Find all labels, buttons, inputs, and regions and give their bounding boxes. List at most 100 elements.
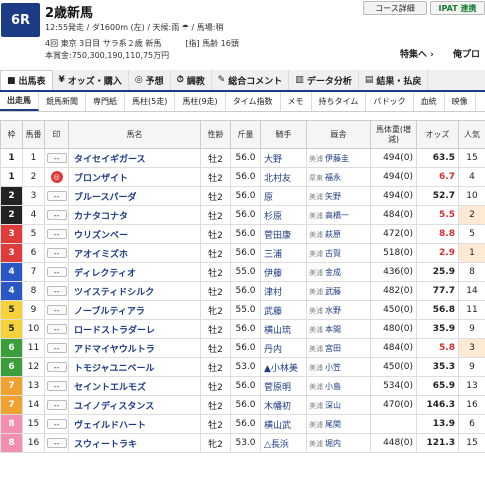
mark-cell[interactable]: -- [44,224,69,244]
mark-button[interactable]: -- [46,437,67,448]
table-row[interactable]: 6 12 -- トモジャユニベール 牡2 53.0 ▲小林美 美浦 小笠 450(0) 35.3 9 [0,357,485,377]
horse-name-link[interactable]: ノーブルティアラ [68,300,201,320]
jockey-link[interactable]: 横山武 [260,414,307,434]
jockey-link[interactable]: 菅原明 [260,376,307,396]
horse-name-link[interactable]: トモジャユニベール [68,357,201,377]
subtab-1[interactable]: 競馬新聞 [39,92,86,111]
subtab-10[interactable]: 映像 [445,92,476,111]
tab-3[interactable]: ⏱ 調教 [171,70,212,90]
mark-cell[interactable]: -- [44,414,69,434]
jockey-link[interactable]: 北村友 [260,167,307,187]
jockey-link[interactable]: 原 [260,186,307,206]
table-row[interactable]: 8 15 -- ヴェイルドハート 牡2 56.0 横山武 美浦 尾関 13.9 6 [0,414,485,434]
table-row[interactable]: 5 9 -- ノーブルティアラ 牝2 55.0 武藤 美浦 水野 450(0) 56.8 11 [0,300,485,320]
trainer-name[interactable]: 水野 [325,306,341,315]
subtab-9[interactable]: 血統 [414,92,445,111]
horse-name-link[interactable]: タイセイギガース [68,148,201,168]
tab-0[interactable]: ■ 出馬表 [0,70,53,90]
subtab-6[interactable]: メモ [281,92,312,111]
horse-name-link[interactable]: カナタコナタ [68,205,201,225]
mark-cell[interactable]: -- [44,357,69,377]
subtab-3[interactable]: 馬柱(5走) [125,92,176,111]
mark-cell[interactable]: -- [44,376,69,396]
trainer-name[interactable]: 古賀 [325,249,341,258]
trainer-name[interactable]: 宮田 [325,344,341,353]
trainer-name[interactable]: 福永 [325,173,341,182]
jockey-link[interactable]: 津村 [260,281,307,301]
tab-1[interactable]: ¥ オッズ・購入 [53,70,129,90]
tab-4[interactable]: ✎ 総合コメント [212,70,290,90]
table-row[interactable]: 6 11 -- アドマイヤウルトラ 牡2 56.0 丹内 美浦 宮田 484(0) 5.8 3 [0,338,485,358]
jockey-link[interactable]: 横山琉 [260,319,307,339]
table-row[interactable]: 1 2 ◎ ブロンザイト 牡2 56.0 北村友 栗東 福永 494(0) 6.7 4 [0,167,485,187]
table-row[interactable]: 7 13 -- セイントエルモズ 牡2 56.0 菅原明 美浦 小島 534(0) 65.9 13 [0,376,485,396]
mark-button[interactable]: -- [46,190,67,201]
mark-cell[interactable]: -- [44,281,69,301]
horse-name-link[interactable]: ヴェイルドハート [68,414,201,434]
mark-cell[interactable]: -- [44,243,69,263]
horse-name-link[interactable]: セイントエルモズ [68,376,201,396]
jockey-link[interactable]: 丹内 [260,338,307,358]
table-row[interactable]: 8 16 -- スウィートラキ 牝2 53.0 △長浜 美浦 堀内 448(0) 121.3 15 [0,433,485,453]
horse-name-link[interactable]: ブルースパーダ [68,186,201,206]
jockey-link[interactable]: △長浜 [260,433,307,453]
tab-6[interactable]: ▤ 結果・払戻 [359,70,429,90]
tab-5[interactable]: ▥ データ分析 [289,70,359,90]
my-pro-link[interactable]: 俺プロ [453,47,480,60]
jockey-link[interactable]: ▲小林美 [260,357,307,377]
mark-cell[interactable]: -- [44,148,69,168]
mark-button[interactable]: -- [46,285,67,296]
horse-name-link[interactable]: ディレクティオ [68,262,201,282]
jockey-link[interactable]: 木幡初 [260,395,307,415]
trainer-name[interactable]: 小島 [325,382,341,391]
trainer-name[interactable]: 堀内 [325,439,341,448]
mark-cell[interactable]: -- [44,319,69,339]
jockey-link[interactable]: 大野 [260,148,307,168]
table-row[interactable]: 1 1 -- タイセイギガース 牡2 56.0 大野 美浦 伊藤圭 494(0) 63.5 15 [0,148,485,168]
mark-button[interactable]: -- [46,152,67,163]
feature-link[interactable]: 特集へ › [400,47,434,60]
trainer-name[interactable]: 矢野 [325,192,341,201]
subtab-8[interactable]: パドック [366,92,414,111]
horse-name-link[interactable]: ロードストラダーレ [68,319,201,339]
subtab-0[interactable]: 出走馬 [0,92,39,111]
trainer-name[interactable]: 深山 [325,401,341,410]
trainer-name[interactable]: 小笠 [325,363,341,372]
table-row[interactable]: 3 5 -- ウリズンベー 牡2 56.0 菅田康 美浦 萩原 472(0) 8.8 5 [0,224,485,244]
mark-button[interactable]: -- [46,209,67,220]
jockey-link[interactable]: 杉原 [260,205,307,225]
horse-name-link[interactable]: ユイノディスタンス [68,395,201,415]
table-row[interactable]: 4 7 -- ディレクティオ 牡2 55.0 伊藤 美浦 金成 436(0) 25.9 8 [0,262,485,282]
horse-name-link[interactable]: アドマイヤウルトラ [68,338,201,358]
mark-button[interactable]: -- [46,266,67,277]
mark-button[interactable]: -- [46,323,67,334]
table-row[interactable]: 4 8 -- ツイスティドシルク 牡2 56.0 津村 美浦 武藤 482(0) 77.7 14 [0,281,485,301]
mark-button[interactable]: -- [46,361,67,372]
mark-button[interactable]: -- [46,342,67,353]
mark-button[interactable]: -- [46,380,67,391]
mark-cell[interactable]: -- [44,395,69,415]
ipat-button[interactable]: IPAT 連携 [430,1,485,15]
table-row[interactable]: 2 4 -- カナタコナタ 牡2 56.0 杉原 美浦 高橋一 484(0) 5.5 2 [0,205,485,225]
jockey-link[interactable]: 菅田康 [260,224,307,244]
mark-cell[interactable]: -- [44,433,69,453]
jockey-link[interactable]: 武藤 [260,300,307,320]
mark-cell[interactable]: -- [44,338,69,358]
table-row[interactable]: 7 14 -- ユイノディスタンス 牡2 56.0 木幡初 美浦 深山 470(0) 146.3 16 [0,395,485,415]
mark-cell[interactable]: -- [44,262,69,282]
mark-button[interactable]: -- [46,247,67,258]
horse-name-link[interactable]: アオイミズホ [68,243,201,263]
mark-button[interactable]: -- [46,228,67,239]
mark-cell[interactable]: -- [44,205,69,225]
horse-name-link[interactable]: ブロンザイト [68,167,201,187]
mark-button[interactable]: -- [46,304,67,315]
subtab-5[interactable]: タイム指数 [226,92,281,111]
trainer-name[interactable]: 本間 [325,325,341,334]
subtab-7[interactable]: 持ちタイム [312,92,367,111]
jockey-link[interactable]: 三浦 [260,243,307,263]
trainer-name[interactable]: 武藤 [325,287,341,296]
table-row[interactable]: 3 6 -- アオイミズホ 牡2 56.0 三浦 美浦 古賀 518(0) 2.9 1 [0,243,485,263]
subtab-2[interactable]: 専門紙 [86,92,125,111]
table-row[interactable]: 2 3 -- ブルースパーダ 牡2 56.0 原美浦 矢野 494(0) 52.7 10 [0,186,485,206]
table-row[interactable]: 5 10 -- ロードストラダーレ 牡2 56.0 横山琉 美浦 本間 480(0) 35.9 9 [0,319,485,339]
